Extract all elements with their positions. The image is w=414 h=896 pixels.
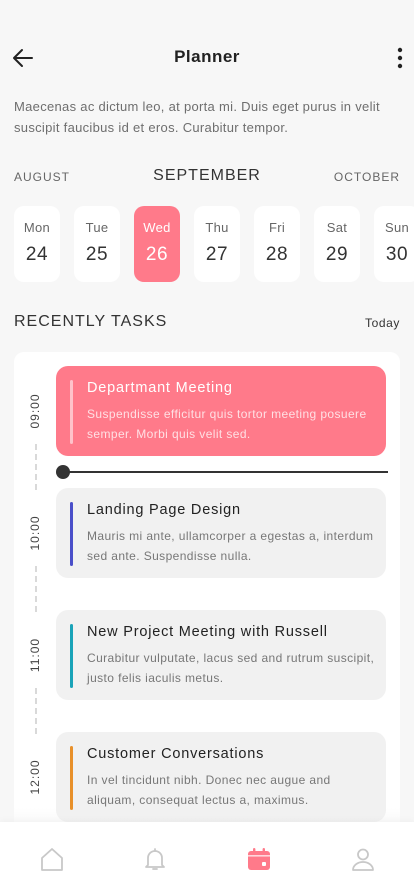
day-name: Tue bbox=[85, 220, 109, 235]
home-icon bbox=[41, 848, 63, 871]
day-number: 27 bbox=[205, 244, 229, 265]
day-name: Sat bbox=[326, 220, 348, 235]
task-title: Departmant Meeting bbox=[87, 380, 233, 396]
task-accent-bar bbox=[70, 380, 73, 444]
bottom-navigation bbox=[0, 822, 414, 896]
today-filter[interactable]: Today bbox=[365, 316, 400, 330]
day-number: 24 bbox=[25, 244, 49, 265]
nav-profile[interactable] bbox=[350, 846, 376, 872]
bell-icon bbox=[145, 848, 165, 870]
task-card-departmant-meeting[interactable]: Departmant Meeting Suspendisse efficitur… bbox=[56, 366, 386, 456]
day-card-thu[interactable]: Thu 27 bbox=[194, 206, 240, 282]
day-number: 30 bbox=[385, 244, 409, 265]
page-description: Maecenas ac dictum leo, at porta mi. Dui… bbox=[14, 99, 380, 135]
nav-notifications[interactable] bbox=[142, 846, 168, 872]
month-next[interactable]: OCTOBER bbox=[334, 170, 400, 184]
task-description: Mauris mi ante, ullamcorper a egestas a,… bbox=[87, 529, 374, 563]
day-card-sat[interactable]: Sat 29 bbox=[314, 206, 360, 282]
time-divider bbox=[35, 688, 37, 734]
day-name: Thu bbox=[205, 220, 229, 235]
time-column: 09:00 10:00 11:00 12:00 bbox=[14, 352, 56, 832]
day-strip[interactable]: Mon 24 Tue 25 Wed 26 Thu 27 Fri 28 Sat 2… bbox=[0, 206, 414, 284]
month-selector: AUGUST SEPTEMBER OCTOBER bbox=[0, 166, 414, 190]
nav-planner[interactable] bbox=[246, 846, 272, 872]
nav-home[interactable] bbox=[39, 846, 65, 872]
task-description: In vel tincidunt nibh. Donec nec augue a… bbox=[87, 773, 331, 807]
current-time-line bbox=[62, 471, 388, 473]
timeline-panel[interactable]: 09:00 10:00 11:00 12:00 Departmant Meeti… bbox=[14, 352, 400, 832]
day-card-sun[interactable]: Sun 30 bbox=[374, 206, 414, 282]
more-vertical-icon bbox=[397, 47, 403, 69]
time-divider bbox=[35, 566, 37, 612]
day-number: 26 bbox=[145, 244, 169, 265]
more-options-button[interactable] bbox=[392, 44, 408, 72]
app-header: Planner bbox=[0, 0, 414, 100]
task-accent-bar bbox=[70, 624, 73, 688]
day-card-fri[interactable]: Fri 28 bbox=[254, 206, 300, 282]
time-divider bbox=[35, 444, 37, 490]
task-description: Curabitur vulputate, lacus sed and rutru… bbox=[87, 651, 375, 685]
task-card-landing-page-design[interactable]: Landing Page Design Mauris mi ante, ulla… bbox=[56, 488, 386, 578]
calendar-icon bbox=[248, 848, 270, 870]
day-name: Fri bbox=[268, 220, 286, 235]
task-description: Suspendisse efficitur quis tortor meetin… bbox=[87, 407, 367, 441]
day-name: Mon bbox=[23, 220, 51, 235]
time-text: 09:00 bbox=[28, 393, 42, 429]
day-number: 25 bbox=[85, 244, 109, 265]
day-card-wed-selected[interactable]: Wed 26 bbox=[134, 206, 180, 282]
user-icon bbox=[352, 848, 374, 871]
time-text: 12:00 bbox=[28, 759, 42, 795]
task-accent-bar bbox=[70, 746, 73, 810]
day-card-tue[interactable]: Tue 25 bbox=[74, 206, 120, 282]
day-card-mon[interactable]: Mon 24 bbox=[14, 206, 60, 282]
section-title: RECENTLY TASKS bbox=[14, 313, 168, 330]
time-text: 10:00 bbox=[28, 515, 42, 551]
task-title: Landing Page Design bbox=[87, 502, 241, 518]
day-name: Wed bbox=[143, 220, 171, 235]
day-number: 29 bbox=[325, 244, 349, 265]
tasks-header: RECENTLY TASKS Today bbox=[14, 313, 400, 335]
task-title: New Project Meeting with Russell bbox=[87, 624, 328, 640]
day-number: 28 bbox=[265, 244, 289, 265]
page-title: Planner bbox=[174, 47, 240, 66]
time-text: 11:00 bbox=[28, 637, 42, 673]
task-accent-bar bbox=[70, 502, 73, 566]
day-name: Sun bbox=[384, 220, 410, 235]
task-card-new-project-meeting[interactable]: New Project Meeting with Russell Curabit… bbox=[56, 610, 386, 700]
task-title: Customer Conversations bbox=[87, 746, 265, 762]
